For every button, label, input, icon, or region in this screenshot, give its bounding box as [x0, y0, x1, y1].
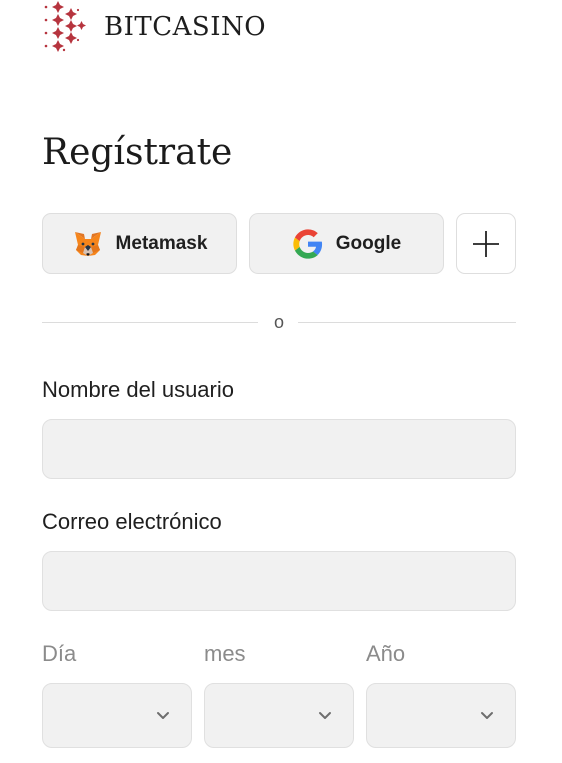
brand-name: BITCASINO	[104, 12, 267, 42]
birth-day-select[interactable]	[42, 683, 192, 748]
or-divider: o	[42, 312, 516, 334]
username-input[interactable]	[42, 419, 516, 479]
chevron-down-icon	[157, 712, 169, 719]
birth-month-label: mes	[204, 641, 246, 666]
google-label: Google	[335, 232, 402, 254]
birth-month-select[interactable]	[204, 683, 354, 748]
username-label: Nombre del usuario	[42, 377, 234, 402]
metamask-button[interactable]: Metamask	[42, 213, 237, 274]
divider-line-right	[298, 322, 516, 323]
google-button[interactable]: Google	[249, 213, 444, 274]
more-login-options-button[interactable]	[456, 213, 516, 274]
chevron-down-icon	[319, 712, 331, 719]
social-login-row: Metamask Google	[42, 213, 516, 274]
email-input[interactable]	[42, 551, 516, 611]
chevron-down-icon	[481, 712, 493, 719]
google-g-icon	[293, 228, 322, 259]
birth-year-label: Año	[366, 641, 406, 666]
metamask-fox-icon	[74, 231, 101, 256]
plus-icon	[473, 230, 499, 257]
email-label: Correo electrónico	[42, 509, 222, 534]
divider-line-left	[42, 322, 258, 323]
page-title: Regístrate	[42, 132, 233, 173]
birth-day-label: Día	[42, 641, 77, 666]
metamask-label: Metamask	[115, 232, 208, 254]
birth-year-select[interactable]	[366, 683, 516, 748]
site-header: BITCASINO	[42, 0, 266, 54]
divider-text: o	[273, 312, 284, 332]
bitcasino-logo-icon[interactable]	[42, 0, 88, 54]
